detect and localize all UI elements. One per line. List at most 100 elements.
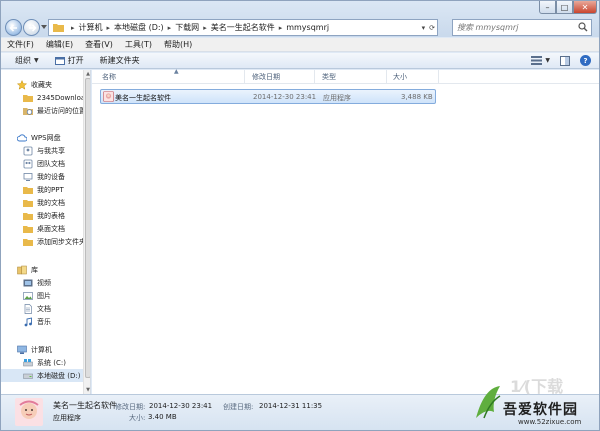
watermark-url: www.52zixue.com [518, 418, 582, 426]
column-header-row: ▲ 名称 修改日期 类型 大小 [92, 68, 599, 84]
search-input[interactable] [457, 22, 575, 33]
baby-photo-thumbnail-icon [15, 398, 43, 426]
details-size-value: 3.40 MB [148, 413, 177, 421]
document-icon [24, 303, 32, 314]
device-icon [23, 172, 33, 181]
explorer-window: ▸ 计算机 ▸ 本地磁盘 (D:) ▸ 下载网 ▸ 美名一生起名软件 ▸ mmy… [0, 0, 600, 431]
folder-icon [23, 238, 33, 246]
sidebar-item-drive-c[interactable]: 系统 (C:) [23, 356, 90, 369]
picture-icon [23, 291, 33, 300]
breadcrumb-item-current[interactable]: mmysqmrj [286, 23, 329, 32]
new-folder-label: 新建文件夹 [99, 56, 140, 65]
file-size: 3,488 KB [401, 93, 433, 101]
sidebar-item-label: 添加同步文件夹 [37, 237, 86, 246]
breadcrumb-item-app-folder[interactable]: 美名一生起名软件 [211, 22, 275, 33]
menu-help[interactable]: 帮助(H) [164, 39, 192, 50]
music-icon [24, 316, 32, 326]
navigation-pane: 收藏夹 2345Downloads 最近访问的位置 WPS网盘 与我共享 团队文… [1, 70, 91, 394]
address-bar[interactable]: ▸ 计算机 ▸ 本地磁盘 (D:) ▸ 下载网 ▸ 美名一生起名软件 ▸ mmy… [48, 19, 438, 36]
sidebar-item-label: 库 [31, 265, 38, 274]
sidebar-item-label: 我的表格 [37, 211, 65, 220]
drive-icon [23, 358, 33, 366]
refresh-icon[interactable]: ⟳ [429, 24, 435, 32]
column-header-modified[interactable]: 修改日期 [252, 72, 280, 82]
team-icon [23, 159, 33, 168]
column-header-name[interactable]: 名称 [102, 72, 116, 82]
sidebar-item-label: 视频 [37, 278, 51, 287]
application-file-icon [103, 91, 114, 102]
address-dropdown-icon[interactable]: ▾ [422, 24, 426, 32]
sidebar-item-label: 团队文档 [37, 159, 65, 168]
file-list: ▲ 名称 修改日期 类型 大小 美名一生起名软件 2014-12-30 23:4… [92, 68, 599, 394]
chevron-down-icon: ▼ [34, 57, 39, 64]
forward-button[interactable] [23, 19, 40, 36]
minimize-button[interactable]: – [539, 1, 556, 14]
column-header-type[interactable]: 类型 [322, 72, 336, 82]
sidebar-item-my-ppt[interactable]: 我的PPT [23, 183, 90, 196]
close-button[interactable]: ✕ [573, 1, 597, 14]
sidebar-item-team-docs[interactable]: 团队文档 [23, 157, 90, 170]
sidebar-item-libraries[interactable]: 库 [17, 263, 90, 276]
help-icon[interactable]: ? [580, 55, 591, 66]
star-icon [17, 79, 27, 90]
sidebar-item-label: 我的设备 [37, 172, 65, 181]
sidebar-item-my-sheets[interactable]: 我的表格 [23, 209, 90, 222]
drive-icon [23, 373, 33, 379]
sidebar-item-computer[interactable]: 计算机 [17, 343, 90, 356]
recent-pages-chevron-icon[interactable] [41, 25, 47, 30]
sidebar-item-drive-d[interactable]: 本地磁盘 (D:) [1, 369, 83, 382]
sidebar-item-wps-cloud[interactable]: WPS网盘 [17, 131, 90, 144]
search-box[interactable] [452, 19, 592, 36]
sort-ascending-icon: ▲ [174, 68, 179, 75]
menu-file[interactable]: 文件(F) [7, 39, 34, 50]
back-button[interactable] [5, 19, 22, 36]
search-icon[interactable] [578, 22, 588, 32]
sidebar-item-videos[interactable]: 视频 [23, 276, 90, 289]
column-header-size[interactable]: 大小 [393, 72, 407, 82]
menu-tools[interactable]: 工具(T) [125, 39, 152, 50]
menu-view[interactable]: 查看(V) [85, 39, 113, 50]
svg-text:1⁄(下载: 1⁄(下载 [510, 378, 563, 396]
sidebar-item-desktop-docs[interactable]: 桌面文档 [23, 222, 90, 235]
open-button[interactable]: 打开 [54, 55, 84, 66]
maximize-button[interactable]: □ [556, 1, 573, 14]
file-name: 美名一生起名软件 [115, 94, 171, 102]
sidebar-scrollbar[interactable]: ▲ ▼ [83, 70, 90, 394]
folder-icon [53, 24, 64, 32]
shared-icon [23, 146, 33, 155]
preview-pane-icon[interactable] [560, 55, 570, 66]
sidebar-item-favorites[interactable]: 收藏夹 [17, 78, 90, 91]
sidebar-item-pictures[interactable]: 图片 [23, 289, 90, 302]
sidebar-item-my-devices[interactable]: 我的设备 [23, 170, 90, 183]
organize-label: 组织 [15, 56, 31, 65]
sidebar-item-music[interactable]: 音乐 [23, 315, 90, 328]
breadcrumb-item-computer[interactable]: 计算机 [79, 22, 103, 33]
menu-bar: 文件(F) 编辑(E) 查看(V) 工具(T) 帮助(H) [1, 38, 599, 52]
sidebar-item-label: 桌面文档 [37, 224, 65, 233]
folder-icon [23, 225, 33, 233]
sidebar-item-my-documents[interactable]: 我的文档 [23, 196, 90, 209]
breadcrumb-item-drive-d[interactable]: 本地磁盘 (D:) [114, 22, 164, 33]
sidebar-item-shared-with-me[interactable]: 与我共享 [23, 144, 90, 157]
computer-icon [17, 345, 27, 354]
sidebar-item-2345downloads[interactable]: 2345Downloads [23, 91, 90, 104]
menu-edit[interactable]: 编辑(E) [46, 39, 73, 50]
organize-button[interactable]: 组织 ▼ [15, 55, 39, 66]
scroll-up-icon[interactable]: ▲ [85, 71, 90, 77]
scrollbar-thumb[interactable] [85, 78, 90, 378]
sidebar-item-documents[interactable]: 文档 [23, 302, 90, 315]
sidebar-item-label: 与我共享 [37, 146, 65, 155]
table-row[interactable]: 美名一生起名软件 2014-12-30 23:41 应用程序 3,488 KB [100, 89, 436, 104]
details-modified-label: 修改日期: [115, 403, 146, 411]
sidebar-item-recent-places[interactable]: 最近访问的位置 [23, 104, 90, 117]
scroll-down-icon[interactable]: ▼ [85, 387, 90, 393]
application-icon [54, 56, 65, 65]
sidebar-item-add-sync-folder[interactable]: 添加同步文件夹 [23, 235, 90, 248]
details-file-name: 美名一生起名软件 [53, 401, 117, 410]
new-folder-button[interactable]: 新建文件夹 [100, 55, 140, 66]
details-file-type: 应用程序 [53, 414, 81, 422]
breadcrumb-item-download[interactable]: 下载网 [175, 22, 199, 33]
sidebar-item-label: 最近访问的位置 [37, 106, 86, 115]
file-modified: 2014-12-30 23:41 [253, 93, 317, 101]
view-options-button[interactable]: ▼ [531, 56, 550, 65]
